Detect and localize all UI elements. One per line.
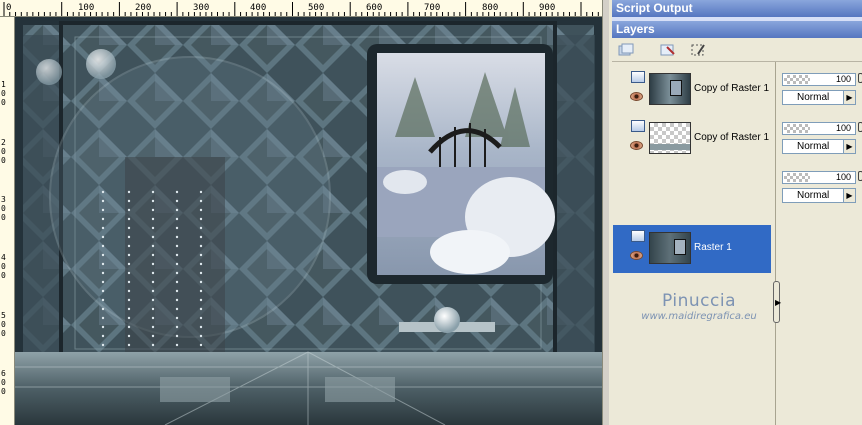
ruler-ticks <box>3 2 605 16</box>
image-canvas[interactable] <box>15 17 602 425</box>
ruler-label: 6 0 0 <box>1 369 6 396</box>
layer-name[interactable]: Copy of Raster 1 <box>694 132 769 143</box>
layer-properties: 100 Normal ▶ <box>782 65 862 105</box>
blend-mode-value: Normal <box>797 141 830 152</box>
layer-thumbnail <box>649 73 691 105</box>
layer-row-raster-1[interactable]: Raster 1 <box>613 225 771 273</box>
layer-thumbnail <box>649 122 691 154</box>
opacity-value: 100 <box>835 74 851 84</box>
delete-layer-button[interactable] <box>658 41 676 58</box>
chevron-right-icon: ▶ <box>775 298 782 307</box>
side-panels: Script Output Layers Copy of Raster 1 Co… <box>612 0 862 425</box>
ruler-label: 3 0 0 <box>1 195 6 222</box>
canvas-scrollbar[interactable] <box>602 0 609 425</box>
watermark-name: Pinuccia <box>662 291 736 311</box>
chevron-right-icon[interactable]: ▶ <box>843 140 855 153</box>
layer-name[interactable]: Raster 1 <box>694 242 732 253</box>
layer-properties: 100 Normal ▶ <box>782 163 862 203</box>
opacity-swatch <box>784 124 810 133</box>
layer-row-copy-of-raster-1[interactable]: Copy of Raster 1 <box>613 115 771 163</box>
raster-layer-icon <box>631 71 645 83</box>
layer-row-copy-of-raster-1-top[interactable]: Copy of Raster 1 <box>613 66 771 114</box>
blend-mode-value: Normal <box>797 92 830 103</box>
layer-properties: 100 Normal ▶ <box>782 114 862 154</box>
layer-name[interactable]: Copy of Raster 1 <box>694 83 769 94</box>
new-layer-button[interactable] <box>616 41 634 58</box>
raster-layer-icon <box>631 230 645 242</box>
layer-thumbnail <box>649 232 691 264</box>
opacity-slider[interactable]: 100 <box>782 171 856 184</box>
ruler-label: 5 0 0 <box>1 311 6 338</box>
horizontal-ruler: 0 100 200 300 400 500 600 700 800 900 <box>0 0 609 17</box>
edit-selection-button[interactable] <box>688 41 706 58</box>
artwork <box>15 17 602 425</box>
canvas-area: 0 100 200 300 400 500 600 700 800 900 1 … <box>0 0 609 425</box>
vertical-ruler: 1 0 0 2 0 0 3 0 0 4 0 0 5 0 0 6 0 0 <box>0 17 15 425</box>
lock-icon[interactable] <box>858 73 862 83</box>
chevron-right-icon[interactable]: ▶ <box>843 91 855 104</box>
panel-divider-handle[interactable]: ▶ <box>773 281 782 323</box>
eye-icon[interactable] <box>630 141 643 150</box>
lock-icon[interactable] <box>858 122 862 132</box>
opacity-slider[interactable]: 100 <box>782 73 856 86</box>
layers-toolbar <box>612 38 862 62</box>
opacity-swatch <box>784 75 810 84</box>
edit-selection-icon <box>691 44 705 56</box>
ruler-label: 4 0 0 <box>1 253 6 280</box>
blend-mode-select[interactable]: Normal ▶ <box>782 90 856 105</box>
ruler-label: 1 0 0 <box>1 80 6 107</box>
script-output-titlebar[interactable]: Script Output <box>612 0 862 17</box>
eye-icon[interactable] <box>630 92 643 101</box>
watermark: Pinuccia www.maidiregrafica.eu <box>612 291 776 322</box>
opacity-value: 100 <box>835 172 851 182</box>
layers-titlebar[interactable]: Layers <box>612 21 862 38</box>
opacity-value: 100 <box>835 123 851 133</box>
delete-layer-icon <box>660 44 675 56</box>
chevron-right-icon[interactable]: ▶ <box>843 189 855 202</box>
blend-mode-select[interactable]: Normal ▶ <box>782 188 856 203</box>
watermark-site: www.maidiregrafica.eu <box>641 311 757 322</box>
new-layer-icon <box>618 43 634 56</box>
blend-mode-value: Normal <box>797 190 830 201</box>
opacity-swatch <box>784 173 810 182</box>
opacity-slider[interactable]: 100 <box>782 122 856 135</box>
layers-palette: Copy of Raster 1 Copy of Raster 1 Raster… <box>612 62 862 425</box>
blend-mode-select[interactable]: Normal ▶ <box>782 139 856 154</box>
ruler-label: 2 0 0 <box>1 138 6 165</box>
raster-layer-icon <box>631 120 645 132</box>
eye-icon[interactable] <box>630 251 643 260</box>
lock-icon[interactable] <box>858 171 862 181</box>
layer-list: Copy of Raster 1 Copy of Raster 1 Raster… <box>612 62 776 425</box>
